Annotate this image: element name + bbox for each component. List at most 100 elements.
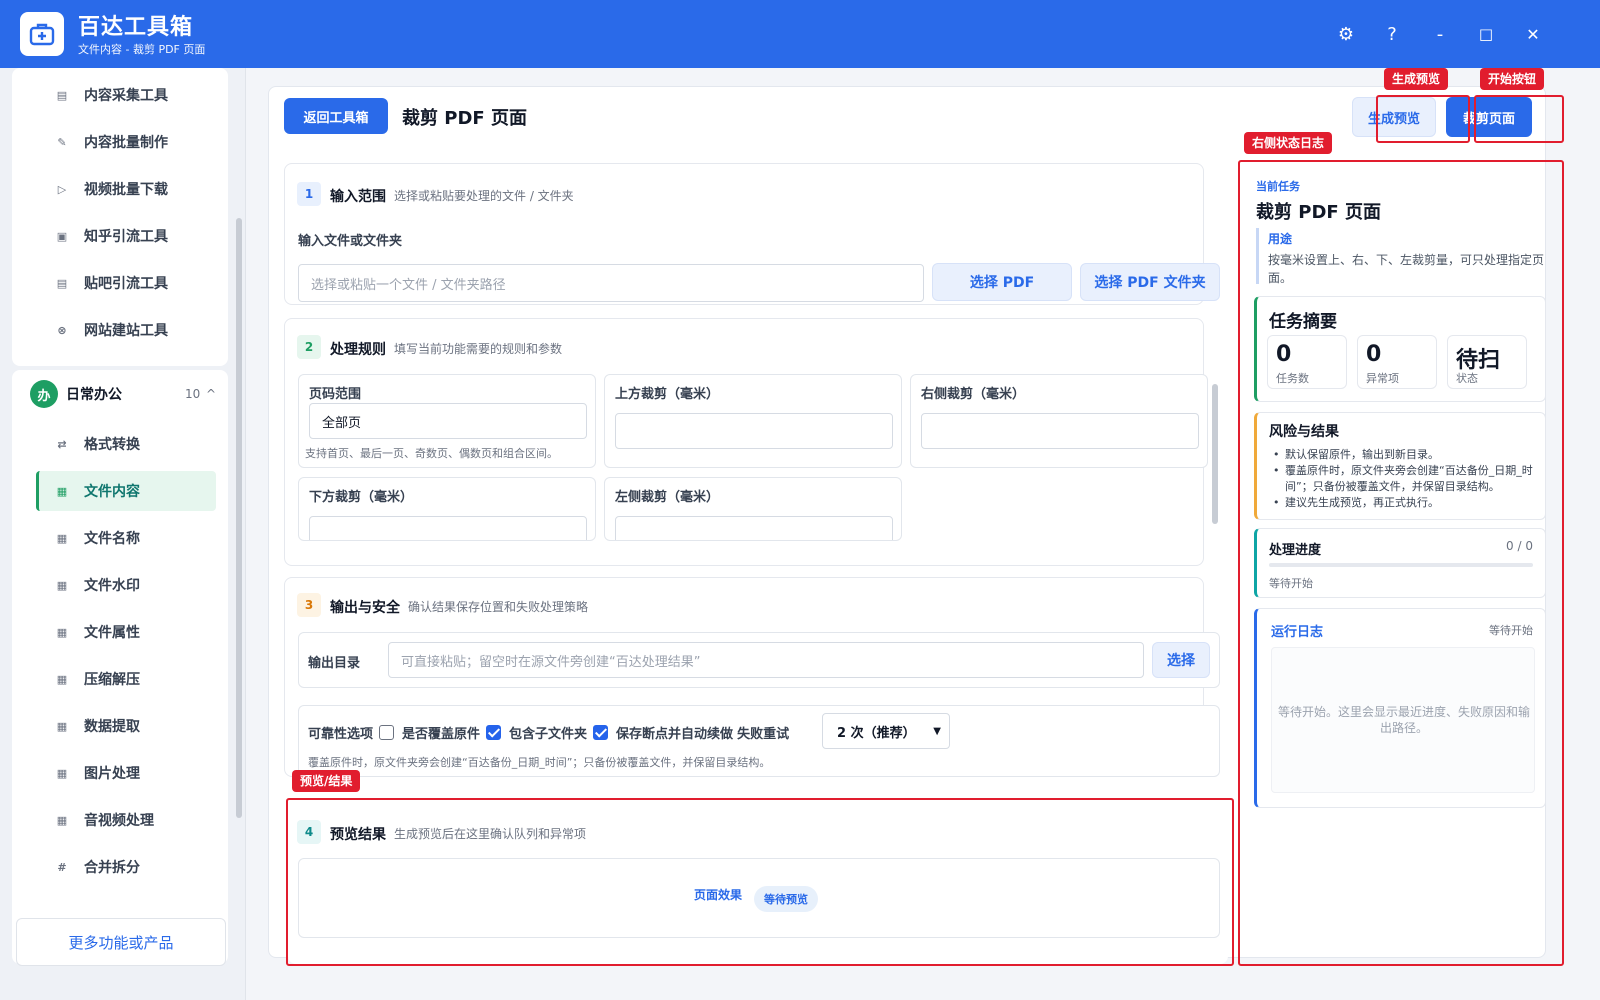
select-output-button[interactable]: 选择	[1152, 642, 1210, 678]
help-icon[interactable]: ?	[1378, 20, 1406, 48]
top-crop-input[interactable]	[615, 413, 893, 449]
left-crop-input[interactable]	[615, 516, 893, 540]
title-bar: 百达工具箱 文件内容 - 裁剪 PDF 页面 ⚙ ? - □ ✕	[0, 0, 1600, 68]
section-title: 预览结果	[330, 827, 386, 843]
group-badge: 办	[30, 380, 58, 408]
sidebar-item-tieba[interactable]: ▤ 贴吧引流工具	[36, 263, 216, 303]
risk-title: 风险与结果	[1269, 424, 1339, 440]
sidebar-item-zhihu[interactable]: ▣ 知乎引流工具	[36, 216, 216, 256]
right-crop-input[interactable]	[921, 413, 1199, 449]
stat-errors: 0 异常项	[1357, 335, 1437, 389]
sidebar-item-video-download[interactable]: ▷ 视频批量下载	[36, 169, 216, 209]
input-path-field[interactable]: 选择或粘贴一个文件 / 文件夹路径	[298, 264, 924, 302]
risk-item: 覆盖原件时，原文件夹旁会创建“百达备份_日期_时间”；只备份被覆盖文件，并保留目…	[1271, 463, 1537, 495]
chevron-down-icon: ▼	[933, 725, 941, 737]
sidebar-item-image[interactable]: ▦ 图片处理	[36, 753, 216, 793]
sidebar-item-av[interactable]: ▦ 音视频处理	[36, 800, 216, 840]
stat-tasks: 0 任务数	[1267, 335, 1347, 389]
progress-count: 0 / 0	[1506, 539, 1533, 553]
progress-title: 处理进度	[1269, 543, 1322, 558]
minimize-icon[interactable]: -	[1426, 20, 1454, 48]
field-page-range: 页码范围 全部页 支持首页、最后一页、奇数页、偶数页和组合区间。	[298, 374, 596, 468]
grid-icon: ▦	[56, 531, 68, 545]
bottom-crop-input[interactable]	[309, 516, 587, 540]
grid-icon: ▦	[56, 484, 68, 498]
app-subtitle: 文件内容 - 裁剪 PDF 页面	[78, 43, 206, 56]
tieba-icon: ▤	[56, 276, 68, 290]
grid-icon: ▦	[56, 719, 68, 733]
close-icon[interactable]: ✕	[1519, 20, 1547, 48]
page-range-hint: 支持首页、最后一页、奇数页、偶数页和组合区间。	[305, 447, 558, 460]
step-number: 4	[297, 820, 321, 844]
sidebar-item-file-name[interactable]: ▦ 文件名称	[36, 518, 216, 558]
section-title: 处理规则	[330, 342, 386, 358]
sidebar-item-content-collect[interactable]: ▤ 内容采集工具	[36, 75, 216, 115]
rules-scrollbar[interactable]	[1212, 384, 1218, 524]
sidebar-item-file-props[interactable]: ▦ 文件属性	[36, 612, 216, 652]
step-number: 1	[297, 182, 321, 206]
sidebar-group-office[interactable]: 办 日常办公 10 ^	[30, 379, 220, 409]
sidebar-scrollbar[interactable]	[236, 218, 242, 818]
progress-card: 处理进度 0 / 0 等待开始	[1254, 528, 1546, 598]
grid-icon: ▦	[56, 625, 68, 639]
progress-bar	[1269, 563, 1533, 567]
field-bottom-crop: 下方裁剪（毫米）	[298, 477, 596, 541]
subfolder-label: 包含子文件夹	[509, 726, 588, 742]
pen-icon: ✎	[57, 135, 67, 149]
resume-checkbox[interactable]	[593, 724, 609, 740]
field-top-crop: 上方裁剪（毫米）	[604, 374, 902, 468]
select-pdf-button[interactable]: 选择 PDF	[932, 263, 1072, 301]
reliability-options: 可靠性选项 是否覆盖原件 包含子文件夹 保存断点并自动续做 失败重试	[308, 722, 789, 742]
page-title: 裁剪 PDF 页面	[402, 108, 527, 129]
step-number: 3	[297, 593, 321, 617]
section-desc: 确认结果保存位置和失败处理策略	[408, 600, 589, 614]
annotation-tag-log: 右侧状态日志	[1244, 132, 1333, 154]
log-status: 等待开始	[1489, 624, 1533, 637]
log-output[interactable]: 等待开始。这里会显示最近进度、失败原因和输出路径。	[1271, 647, 1535, 793]
overwrite-note: 覆盖原件时，原文件夹旁会创建“百达备份_日期_时间”；只备份被覆盖文件，并保留目…	[308, 756, 771, 769]
sidebar-item-website[interactable]: ⊗ 网站建站工具	[36, 310, 216, 350]
overwrite-checkbox[interactable]	[379, 724, 395, 740]
section-desc: 填写当前功能需要的规则和参数	[394, 342, 563, 356]
risk-card: 风险与结果 默认保留原件，输出到新目录。 覆盖原件时，原文件夹旁会创建“百达备份…	[1254, 412, 1546, 520]
sidebar-item-format-convert[interactable]: ⇄ 格式转换	[36, 424, 216, 464]
risk-item: 建议先生成预览，再正式执行。	[1271, 495, 1537, 511]
sidebar-item-compress[interactable]: ▦ 压缩解压	[36, 659, 216, 699]
overwrite-label: 是否覆盖原件	[402, 726, 481, 742]
section-title: 输入范围	[330, 189, 386, 205]
annotation-tag-result: 预览/结果	[292, 770, 361, 792]
app-logo-icon	[20, 12, 64, 56]
sidebar-item-data-extract[interactable]: ▦ 数据提取	[36, 706, 216, 746]
current-task-title: 裁剪 PDF 页面	[1256, 202, 1381, 223]
sidebar-item-content-batch[interactable]: ✎ 内容批量制作	[36, 122, 216, 162]
sidebar-item-merge-split[interactable]: # 合并拆分	[36, 847, 216, 887]
generate-preview-button[interactable]: 生成预览	[1352, 97, 1436, 137]
usage-text: 按毫米设置上、右、下、左裁剪量，可只处理指定页面。	[1268, 253, 1545, 285]
app-title: 百达工具箱	[78, 15, 194, 40]
crop-pages-button[interactable]: 裁剪页面	[1446, 97, 1532, 137]
sidebar-item-file-content[interactable]: ▦ 文件内容	[36, 471, 216, 511]
retry-select[interactable]: 2 次（推荐） ▼	[822, 713, 950, 749]
run-log-card: 运行日志 等待开始 等待开始。这里会显示最近进度、失败原因和输出路径。	[1254, 608, 1546, 808]
output-dir-input[interactable]: 可直接粘贴；留空时在源文件旁创建“百达处理结果”	[388, 642, 1144, 678]
log-title: 运行日志	[1271, 625, 1324, 640]
step-number: 2	[297, 335, 321, 359]
section-desc: 选择或粘贴要处理的文件 / 文件夹	[394, 189, 574, 203]
usage-label: 用途	[1268, 232, 1293, 246]
subfolder-checkbox[interactable]	[486, 724, 502, 740]
more-products-button[interactable]: 更多功能或产品	[16, 918, 226, 966]
hash-icon: #	[57, 860, 67, 874]
select-pdf-folder-button[interactable]: 选择 PDF 文件夹	[1080, 263, 1220, 301]
back-button[interactable]: 返回工具箱	[284, 98, 388, 134]
log-placeholder: 等待开始。这里会显示最近进度、失败原因和输出路径。	[1277, 705, 1530, 735]
page-range-input[interactable]: 全部页	[309, 403, 587, 439]
settings-gear-icon[interactable]: ⚙	[1332, 20, 1360, 48]
section-title: 输出与安全	[330, 600, 400, 616]
grid-icon: ▦	[56, 813, 68, 827]
stat-status: 待扫 状态	[1447, 335, 1527, 389]
sidebar-item-watermark[interactable]: ▦ 文件水印	[36, 565, 216, 605]
annotation-tag-start: 开始按钮	[1480, 68, 1545, 90]
chevron-up-icon[interactable]: ^	[206, 387, 216, 401]
group-count: 10	[185, 387, 201, 401]
maximize-icon[interactable]: □	[1472, 20, 1500, 48]
